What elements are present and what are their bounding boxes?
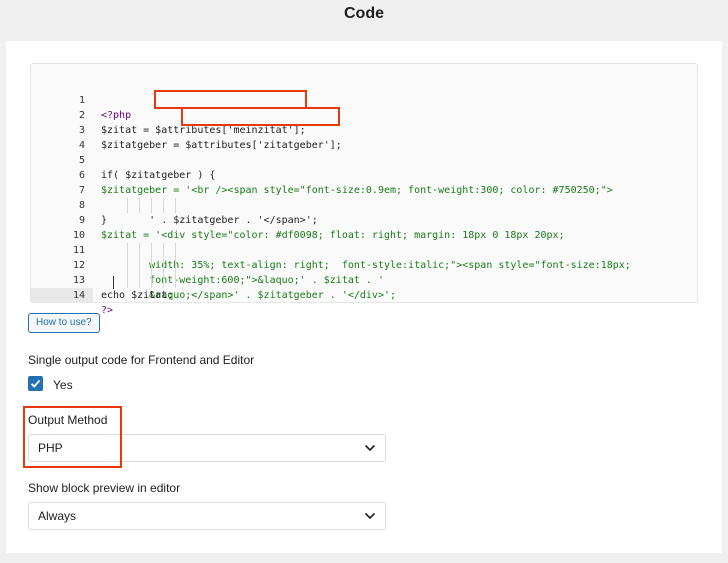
code-line: 6 $zitatgeber = '<br /><span style="font… — [31, 153, 697, 196]
code-line: 10 width: 35%; text-align: right; font-s… — [31, 213, 697, 271]
code-line: 1 <?php — [31, 78, 697, 121]
code-line: 4 — [31, 123, 697, 151]
code-line-active: 14 ?> — [31, 273, 697, 316]
how-to-use-button[interactable]: How to use? — [28, 313, 100, 333]
settings-panel: 1 <?php 2 $zitat = $attributes['meinzita… — [6, 41, 722, 553]
select-value: PHP — [38, 441, 63, 455]
code-text: echo $zitat; — [101, 290, 174, 301]
code-line: 8 } — [31, 183, 697, 226]
output-method-label: Output Method — [28, 413, 108, 427]
code-text: ?> — [101, 305, 114, 316]
code-line: 12 &raquo;</span>' . $zitatgeber . '</di… — [31, 243, 697, 301]
line-number: 14 — [31, 288, 93, 303]
checkbox-label: Yes — [53, 378, 73, 392]
chevron-down-icon — [364, 512, 376, 520]
chevron-down-icon — [364, 444, 376, 452]
page-title: Code — [344, 5, 384, 22]
single-output-label: Single output code for Frontend and Edit… — [28, 353, 255, 367]
code-line: 11 font-weight:600;">&laquo;' . $zitat .… — [31, 228, 697, 286]
block-preview-label: Show block preview in editor — [28, 481, 181, 495]
check-icon — [30, 379, 41, 388]
text-cursor — [113, 276, 114, 289]
block-preview-select[interactable]: Always — [28, 502, 386, 530]
code-editor[interactable]: 1 <?php 2 $zitat = $attributes['meinzita… — [30, 63, 698, 316]
code-line: 7 ' . $zitatgeber . '</span>'; — [31, 168, 697, 226]
select-value: Always — [38, 509, 77, 523]
output-method-select[interactable]: PHP — [28, 434, 386, 462]
code-line: 13 echo $zitat; — [31, 258, 697, 301]
code-line: 2 $zitat = $attributes['meinzitat']; — [31, 93, 697, 136]
code-line: 5 if( $zitatgeber ) { — [31, 138, 697, 181]
code-line: 9 $zitat = '<div style="color: #df0098; … — [31, 198, 697, 241]
code-line: 3 $zitatgeber = $attributes['zitatgeber'… — [31, 108, 697, 151]
single-output-checkbox[interactable] — [28, 376, 43, 391]
